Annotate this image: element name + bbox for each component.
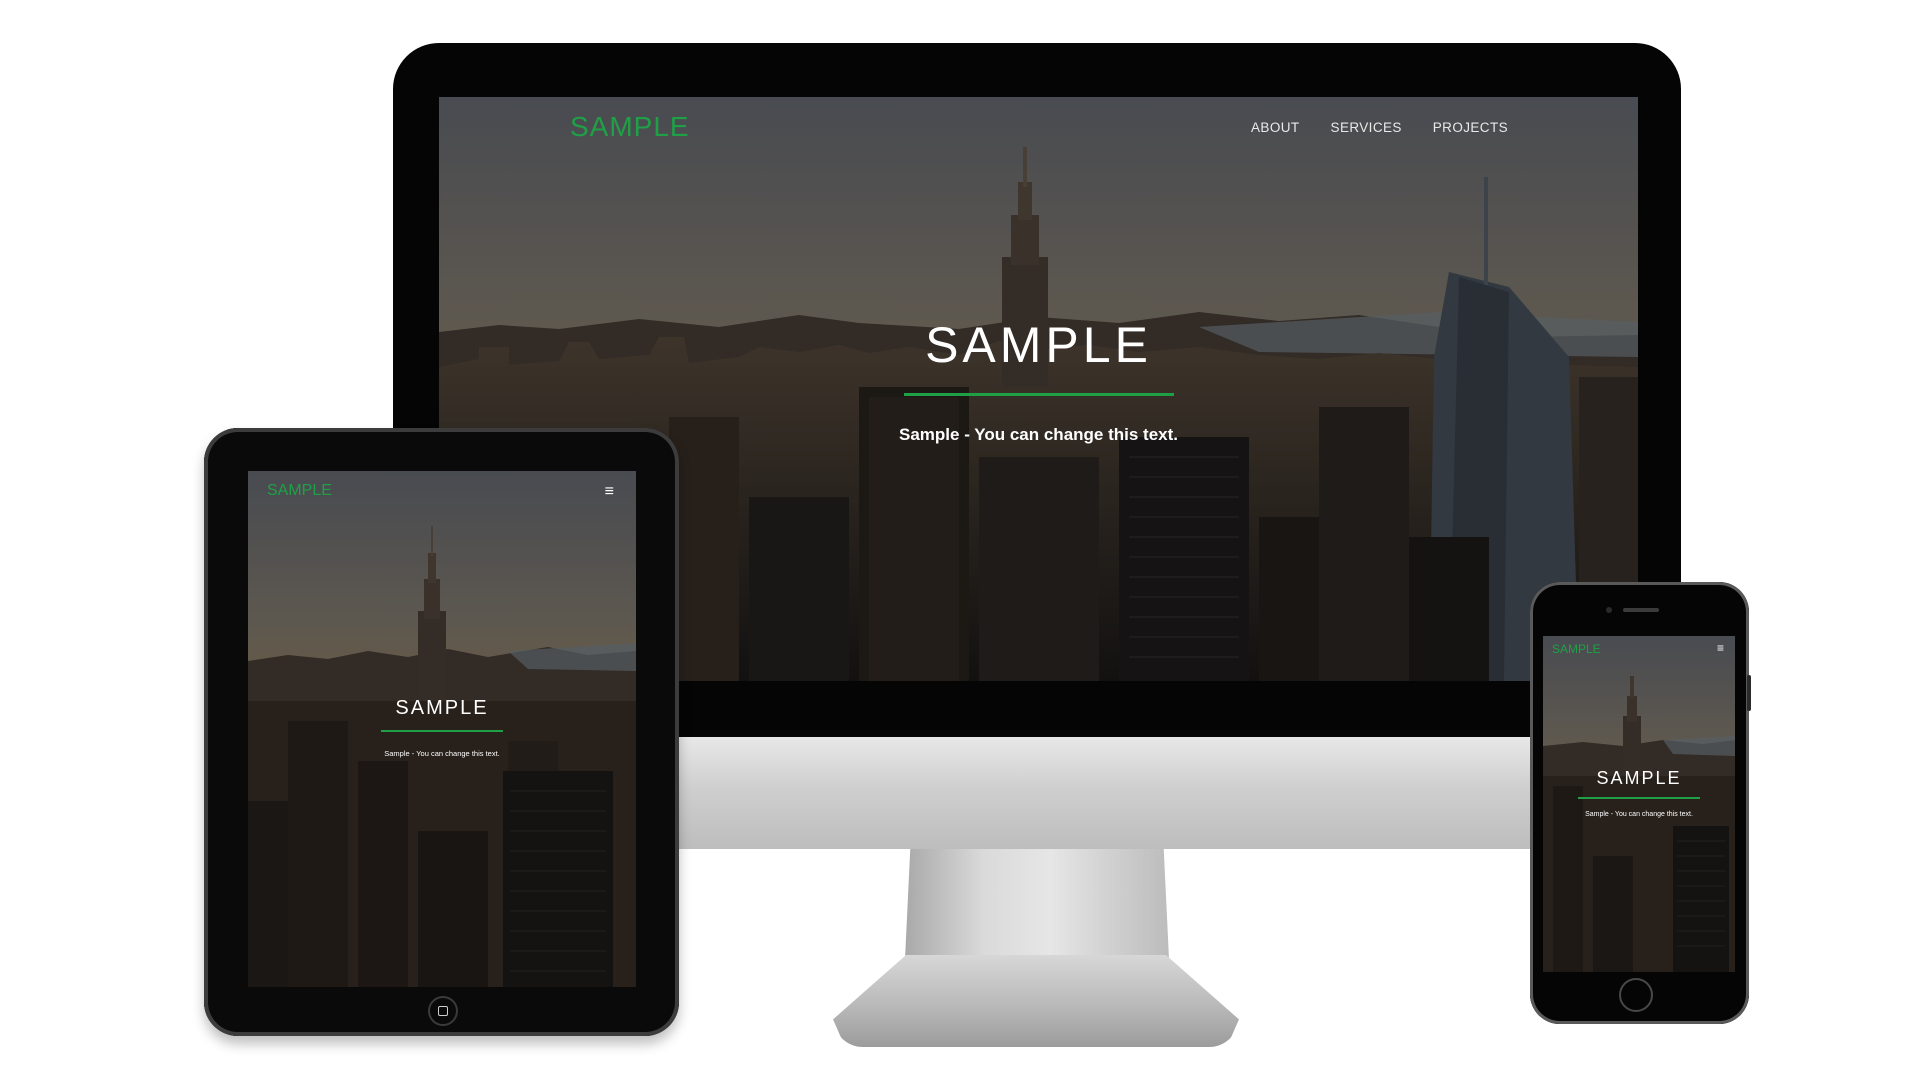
hero-subtitle: Sample - You can change this text. xyxy=(384,749,500,758)
site-logo[interactable]: SAMPLE xyxy=(570,111,690,143)
monitor-stand-base xyxy=(833,955,1239,1047)
hero-divider xyxy=(903,393,1174,396)
nav-link-projects[interactable]: PROJECTS xyxy=(1433,120,1508,135)
phone-screen: SAMPLE ≡ SAMPLE Sample - You can change … xyxy=(1543,636,1735,972)
site-logo[interactable]: SAMPLE xyxy=(267,482,332,500)
phone-side-button xyxy=(1747,675,1751,711)
site-logo[interactable]: SAMPLE xyxy=(1552,642,1601,656)
phone-speaker xyxy=(1623,608,1659,612)
nav-menu: ABOUT SERVICES PROJECTS xyxy=(1251,120,1508,135)
nav-link-about[interactable]: ABOUT xyxy=(1251,120,1300,135)
hero-section: SAMPLE Sample - You can change this text… xyxy=(439,320,1638,445)
hero-title: SAMPLE xyxy=(925,317,1152,373)
hero-section: SAMPLE Sample - You can change this text… xyxy=(248,697,636,758)
hero-title: SAMPLE xyxy=(1596,768,1682,788)
hamburger-icon[interactable]: ≡ xyxy=(1717,642,1724,654)
tablet-home-button xyxy=(428,996,458,1026)
monitor-stand-neck xyxy=(905,849,1169,959)
hero-divider xyxy=(1578,797,1700,799)
nav-link-services[interactable]: SERVICES xyxy=(1331,120,1402,135)
hero-subtitle: Sample - You can change this text. xyxy=(1585,811,1693,818)
desktop-navbar: SAMPLE ABOUT SERVICES PROJECTS xyxy=(439,97,1638,161)
hero-divider xyxy=(381,730,503,732)
hero-title: SAMPLE xyxy=(395,697,489,719)
hamburger-icon[interactable]: ≡ xyxy=(605,484,614,500)
phone-home-button xyxy=(1619,978,1653,1012)
tablet-screen: SAMPLE ≡ SAMPLE Sample - You can change … xyxy=(248,471,636,987)
hero-section: SAMPLE Sample - You can change this text… xyxy=(1543,768,1735,818)
device-mockup-scene: SAMPLE ABOUT SERVICES PROJECTS SAMPLE Sa… xyxy=(0,0,1920,1080)
camera-icon xyxy=(1606,607,1612,613)
